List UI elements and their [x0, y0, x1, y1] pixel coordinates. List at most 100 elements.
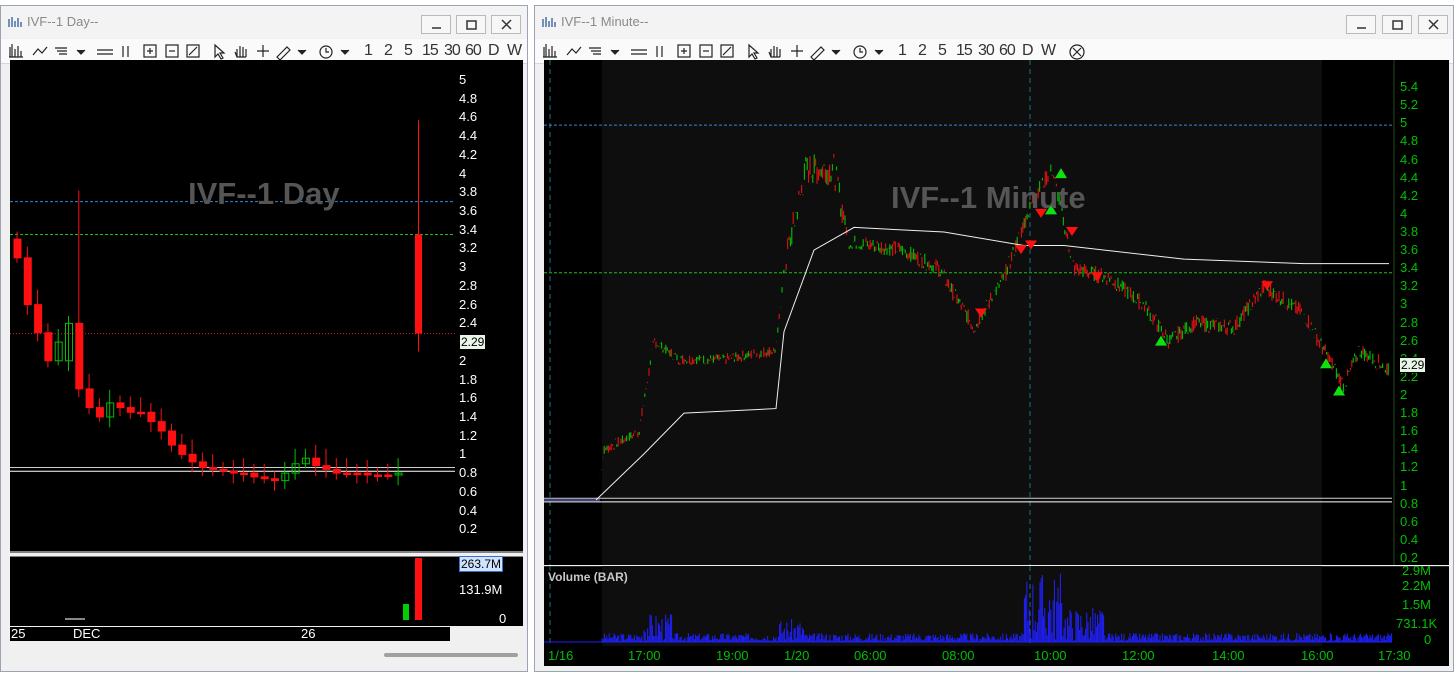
- chart-window-icon: [8, 17, 22, 27]
- minute-volume-tick: 2.9M: [1402, 566, 1431, 578]
- daily-candles: [10, 120, 523, 553]
- daily-window-title: IVF--1 Day--: [27, 14, 99, 29]
- daily-candle: [384, 474, 393, 477]
- time-axis-label: 16:00: [1301, 648, 1334, 663]
- daily-price-tick: 5: [459, 72, 467, 87]
- maximize-button[interactable]: [1382, 15, 1412, 34]
- minute-price-tick: 0.4: [1400, 531, 1419, 547]
- daily-candle: [75, 322, 84, 390]
- daily-price-tick: 4.6: [459, 109, 478, 125]
- minute-price-tick: 2.6: [1400, 332, 1419, 348]
- daily-candle: [250, 472, 259, 478]
- regular-session-shading: [602, 60, 1322, 565]
- minute-price-tick: 2.8: [1400, 314, 1419, 330]
- daily-candle: [312, 457, 321, 467]
- minute-price-plot: [544, 60, 1395, 565]
- daily-price-tick: 2: [459, 352, 467, 368]
- minute-volume-pane[interactable]: Volume (BAR) 2.9M 2.2M 1.5M 731.1K 0: [544, 566, 1449, 646]
- daily-volume-last: 263.7M: [459, 556, 504, 572]
- minute-price-tick: 3.8: [1400, 223, 1419, 239]
- daily-candle: [34, 304, 43, 334]
- daily-price-tick: 1: [459, 446, 467, 462]
- daily-price-tick: 3.2: [459, 240, 478, 256]
- daily-price-tick: 1.6: [459, 390, 478, 406]
- minute-price-tick: 4.8: [1400, 133, 1419, 149]
- daily-candle: [260, 476, 269, 480]
- time-axis-label: 17:00: [628, 648, 661, 663]
- daily-price-tick: 4.4: [459, 128, 478, 144]
- daily-price-tick: 4.8: [459, 90, 478, 106]
- date-label: 26: [301, 627, 316, 641]
- minute-price-tick: 3: [1400, 296, 1408, 312]
- daily-price-tick: 3: [459, 259, 467, 275]
- daily-candle: [188, 453, 197, 463]
- daily-price-tick: 4: [459, 165, 467, 181]
- minute-time-axis: 1/16 17:00 19:00 1/20 06:00 08:00 10:00 12:00 14…: [544, 646, 1449, 666]
- daily-watermark: IVF--1 Day: [188, 176, 340, 211]
- minute-price-tick: 2: [1400, 386, 1408, 402]
- daily-candle: [44, 332, 53, 362]
- minute-volume-bars: [544, 566, 1449, 646]
- daily-candle: [168, 430, 176, 446]
- minute-volume-tick: 731.1K: [1396, 616, 1438, 631]
- minute-last-price: 2.29: [1399, 357, 1427, 373]
- daily-candle: [126, 407, 135, 413]
- minute-price-tick: 1: [1400, 477, 1408, 493]
- daily-price-tick: 2.4: [459, 315, 478, 331]
- daily-candle: [219, 468, 228, 472]
- minimize-button[interactable]: [1346, 15, 1376, 34]
- minute-volume-tick: 2.2M: [1402, 578, 1431, 593]
- daily-candle: [353, 472, 362, 476]
- minute-price-tick: 3.4: [1400, 260, 1419, 276]
- minimize-button[interactable]: [421, 15, 451, 34]
- daily-last-candle: [415, 234, 422, 334]
- daily-price-tick: 1.2: [459, 427, 478, 443]
- minute-volume-tick: 1.5M: [1402, 597, 1431, 612]
- time-axis-label: 17:30: [1378, 648, 1411, 663]
- minute-price-tick: 4: [1400, 205, 1408, 221]
- minute-price-tick: 5.2: [1400, 97, 1419, 113]
- daily-price-pane[interactable]: IVF--1 Day 5 4.8 4.6 4.4 4.2 4 3.8 3.6 3.4 3.2 3 2.…: [10, 60, 523, 553]
- daily-price-tick: 1.8: [459, 371, 478, 387]
- minute-price-tick: 5: [1400, 115, 1408, 131]
- daily-candle: [374, 474, 382, 477]
- close-button[interactable]: [491, 15, 521, 34]
- daily-price-tick: 2.6: [459, 296, 478, 312]
- minute-price-tick: 1.4: [1400, 441, 1419, 457]
- minute-window-titlebar[interactable]: IVF--1 Minute--: [535, 6, 1453, 38]
- daily-volume-tick: 131.9M: [459, 582, 503, 597]
- time-axis-label: 08:00: [942, 648, 975, 663]
- minute-price-tick: 1.6: [1400, 423, 1419, 439]
- daily-candle: [229, 470, 238, 474]
- daily-candle: [95, 407, 104, 418]
- minute-price-pane[interactable]: IVF--1 Minute 5.4 5.2 5 4.8 4.6 4.4 4.2 4 3.8 3.6…: [544, 60, 1449, 565]
- daily-horizontal-scrollbar[interactable]: [384, 653, 518, 657]
- daily-price-tick: 1.4: [459, 408, 478, 424]
- daily-price-tick: 4.2: [459, 146, 478, 162]
- daily-price-tick: 3.6: [459, 203, 478, 219]
- daily-candle: [240, 472, 249, 476]
- daily-candle: [23, 257, 32, 306]
- close-button[interactable]: [1418, 15, 1448, 34]
- minute-price-tick: 3.6: [1400, 242, 1419, 258]
- daily-price-tick: 0.6: [459, 483, 478, 499]
- daily-candle: [322, 465, 331, 470]
- minute-window-title: IVF--1 Minute--: [561, 14, 649, 29]
- time-axis-label: 06:00: [854, 648, 887, 663]
- minute-price-tick: 4.6: [1400, 151, 1419, 167]
- daily-chart-window[interactable]: IVF--1 Day-- 1 2 5 15 30 60 D W IVF--1 D…: [0, 5, 528, 672]
- minute-price-tick: 0.6: [1400, 513, 1419, 529]
- daily-volume-tick: 0: [499, 611, 507, 626]
- minute-chart-window[interactable]: IVF--1 Minute-- 1 2 5 15 30 60 D W IVF--…: [534, 5, 1454, 672]
- minute-price-tick: 0.8: [1400, 495, 1419, 511]
- daily-candle: [209, 467, 218, 470]
- daily-candle: [332, 468, 341, 474]
- daily-volume-pane[interactable]: 263.7M 131.9M 0: [10, 556, 523, 626]
- daily-volume-bars: [10, 556, 523, 620]
- daily-window-titlebar[interactable]: IVF--1 Day--: [1, 6, 527, 38]
- chart-window-icon: [542, 17, 556, 27]
- daily-price-tick: 2.8: [459, 277, 478, 293]
- date-label: 25: [11, 627, 26, 641]
- time-axis-label: 1/16: [548, 648, 574, 663]
- maximize-button[interactable]: [456, 15, 486, 34]
